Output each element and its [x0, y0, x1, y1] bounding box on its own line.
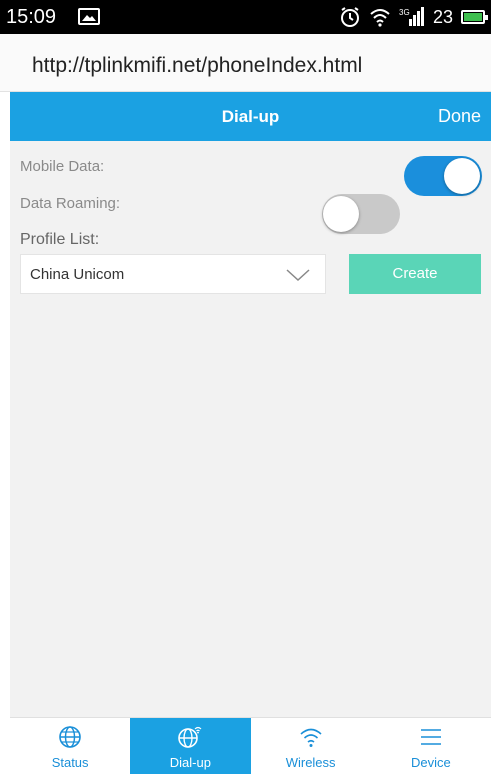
nav-label: Device	[411, 755, 451, 770]
done-button[interactable]: Done	[438, 106, 481, 127]
nav-item-dial-up[interactable]: Dial-up	[130, 718, 251, 774]
url-text: http://tplinkmifi.net/phoneIndex.html	[32, 54, 363, 77]
image-notification-icon	[78, 8, 100, 25]
svg-text:3G: 3G	[399, 8, 410, 17]
mobile-data-toggle[interactable]	[404, 156, 482, 196]
create-button[interactable]: Create	[349, 254, 481, 294]
mobile-data-label: Mobile Data:	[20, 158, 105, 175]
profile-select-value: China Unicom	[30, 266, 125, 283]
battery-icon	[461, 10, 488, 24]
page-title: Dial-up	[221, 107, 280, 126]
data-roaming-toggle[interactable]	[322, 194, 400, 234]
wifi-icon	[300, 728, 322, 747]
battery-percent: 23	[432, 7, 453, 27]
toggle-knob	[444, 158, 480, 194]
browser-url-bar[interactable]: http://tplinkmifi.net/phoneIndex.html	[0, 34, 491, 92]
status-indicators: 3G 23	[339, 6, 488, 28]
wifi-status-icon	[370, 9, 390, 27]
alarm-icon	[340, 7, 359, 27]
nav-label: Wireless	[285, 755, 336, 770]
nav-item-device[interactable]: Device	[371, 718, 491, 774]
menu-icon	[420, 729, 441, 745]
status-time: 15:09	[6, 6, 57, 28]
status-bar: 15:09 3G 23	[0, 0, 491, 34]
dialup-settings-panel: Mobile Data: Data Roaming: Profile List:…	[10, 141, 491, 717]
profile-list-label: Profile List:	[20, 231, 100, 248]
bottom-nav: Status Dial-up Wireless Device	[10, 717, 491, 774]
globe-icon	[59, 726, 81, 748]
nav-item-wireless[interactable]: Wireless	[251, 718, 371, 774]
page-header: Dial-up Done	[10, 92, 491, 141]
nav-label: Dial-up	[169, 755, 211, 770]
nav-item-status[interactable]: Status	[10, 718, 130, 774]
nav-label: Status	[51, 755, 89, 770]
cell-signal-icon: 3G	[399, 7, 424, 26]
globe-signal-icon	[178, 726, 202, 748]
data-roaming-label: Data Roaming:	[20, 195, 121, 212]
profile-select[interactable]: China Unicom	[20, 254, 326, 294]
toggle-knob	[323, 196, 359, 232]
chevron-down-icon	[286, 269, 310, 282]
